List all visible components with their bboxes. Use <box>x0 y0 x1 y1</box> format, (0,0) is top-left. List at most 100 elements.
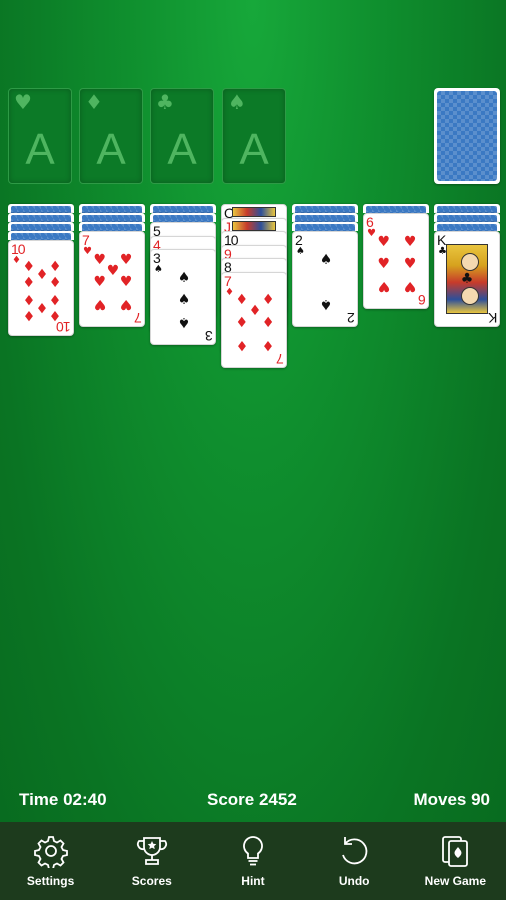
card-pip-icon: ♥ <box>403 278 417 295</box>
card-rank-bottom: K <box>488 310 497 326</box>
card-pip-icon: ♥ <box>106 262 120 279</box>
settings-button[interactable]: Settings <box>6 822 96 900</box>
playing-card[interactable]: 7 ♦ 7 ♦ ♦ ♦ ♦ ♦ ♦ ♦ <box>221 271 287 368</box>
facedown-card[interactable] <box>8 231 74 240</box>
card-rank-bottom: 3 <box>206 328 213 344</box>
card-pip-icon: ♠ <box>177 292 191 308</box>
card-pip-icon: ♠ <box>177 269 191 286</box>
time-display: Time 02:40 <box>19 790 107 809</box>
foundation-suit-icon: ♦ <box>85 90 103 114</box>
card-rank: K <box>437 232 446 248</box>
new-game-button[interactable]: New Game <box>410 822 500 900</box>
card-suit-icon: ♦ <box>225 286 234 298</box>
playing-card[interactable]: K ♣ K ♣ <box>434 231 500 327</box>
game-board: ♥A♦A♣A♠A 10♦10♦♦♦♦♦♦♦♦♦♦7♥7♥♥♥♥♥♥♥5♠4♦3♠… <box>0 0 506 822</box>
facedown-card[interactable] <box>79 213 145 222</box>
foundation-suit-icon: ♥ <box>14 90 32 114</box>
new-game-cards-icon <box>442 836 469 867</box>
facedown-card[interactable] <box>363 204 429 213</box>
card-pip-icon: ♠ <box>319 296 333 313</box>
card-rank-bottom: 6 <box>419 292 426 308</box>
foundation-rank: A <box>96 125 126 174</box>
card-pip-icon: ♥ <box>93 274 107 290</box>
card-rank: 10 <box>11 241 26 257</box>
card-suit-icon: ♠ <box>296 246 305 257</box>
undo-label: Undo <box>338 874 370 888</box>
facedown-card[interactable] <box>150 204 216 213</box>
card-pip-icon: ♥ <box>403 256 417 272</box>
playing-card[interactable]: 6 ♥ 6 ♥ ♥ ♥ ♥ ♥ ♥ <box>363 213 429 309</box>
facedown-card[interactable] <box>8 204 74 213</box>
facedown-card[interactable] <box>292 204 358 213</box>
card-pip-icon: ♦ <box>261 314 275 331</box>
playing-card[interactable]: 7 ♥ 7 ♥ ♥ ♥ ♥ ♥ ♥ ♥ <box>79 231 145 327</box>
trophy-icon <box>136 837 167 865</box>
card-rank-bottom: 2 <box>348 310 355 326</box>
scores-label: Scores <box>131 874 172 888</box>
foundation-pile[interactable]: ♣ A <box>150 88 214 184</box>
facedown-card[interactable] <box>434 222 500 231</box>
foundation-suit-icon: ♠ <box>228 90 246 114</box>
facedown-card[interactable] <box>8 213 74 222</box>
hint-label: Hint <box>241 874 265 888</box>
card-pip-icon: ♦ <box>22 275 36 291</box>
card-pip-icon: ♦ <box>48 259 62 275</box>
playing-card[interactable]: 3 ♠ 3 ♠ ♠ ♠ <box>150 249 216 345</box>
card-rank-bottom: 7 <box>135 310 142 326</box>
card-pip-icon: ♦ <box>235 314 249 331</box>
facedown-card[interactable] <box>8 222 74 231</box>
facedown-card[interactable] <box>292 222 358 231</box>
facedown-card[interactable] <box>434 213 500 222</box>
card-rank: 7 <box>224 272 232 289</box>
card-pip-icon: ♦ <box>22 307 36 323</box>
card-rank: 2 <box>295 232 303 248</box>
card-pip-icon: ♦ <box>22 259 36 275</box>
foundation-pile[interactable]: ♦ A <box>79 88 143 184</box>
face-card-artwork <box>232 220 276 231</box>
card-pip-icon: ♦ <box>48 291 62 307</box>
playing-card[interactable]: 2 ♠ 2 ♠ ♠ <box>292 231 358 327</box>
card-center-suit-icon: ♣ <box>460 271 474 287</box>
scores-button[interactable]: Scores <box>107 822 197 900</box>
facedown-card[interactable] <box>292 213 358 222</box>
card-pip-icon: ♦ <box>35 267 49 283</box>
card-suit-icon: ♥ <box>367 228 376 239</box>
card-pip-icon: ♥ <box>93 251 107 268</box>
card-pip-icon: ♥ <box>403 233 417 250</box>
card-suit-icon: ♥ <box>83 246 92 257</box>
status-bar: Time 02:40 Score 2452 Moves 90 <box>0 786 506 816</box>
card-pip-icon: ♦ <box>261 292 275 309</box>
facedown-card[interactable] <box>79 222 145 231</box>
facedown-card[interactable] <box>79 204 145 213</box>
playing-card[interactable]: 10 ♦ 10 ♦ ♦ ♦ ♦ ♦ ♦ ♦ ♦ ♦ ♦ <box>8 240 74 336</box>
card-pip-icon: ♦ <box>235 336 249 353</box>
foundation-rank: A <box>239 125 269 174</box>
card-pip-icon: ♥ <box>377 256 391 272</box>
card-pip-icon: ♥ <box>119 274 133 290</box>
foundation-suit-icon: ♣ <box>156 90 174 114</box>
new-game-label: New Game <box>424 874 487 888</box>
card-pip-icon: ♥ <box>93 296 107 313</box>
facedown-card[interactable] <box>434 204 500 213</box>
moves-display: Moves 90 <box>413 790 490 809</box>
settings-label: Settings <box>26 874 75 888</box>
card-rank: 6 <box>366 214 374 230</box>
card-suit-icon: ♠ <box>154 264 163 275</box>
foundation-pile[interactable]: ♥ A <box>8 88 72 184</box>
card-pip-icon: ♦ <box>22 291 36 307</box>
stock-pile[interactable] <box>434 88 500 184</box>
undo-button[interactable]: Undo <box>309 822 399 900</box>
card-back-pattern <box>437 91 497 181</box>
card-pip-icon: ♦ <box>48 275 62 291</box>
score-display: Score 2452 <box>207 790 297 809</box>
hint-button[interactable]: Hint <box>208 822 298 900</box>
foundation-rank: A <box>167 125 197 174</box>
gear-icon <box>33 836 68 868</box>
card-pip-icon: ♥ <box>119 296 133 313</box>
card-pip-icon: ♥ <box>119 251 133 268</box>
facedown-card[interactable] <box>150 213 216 222</box>
foundation-pile[interactable]: ♠ A <box>222 88 286 184</box>
undo-icon <box>342 837 368 865</box>
card-pip-icon: ♦ <box>248 303 262 320</box>
card-pip-icon: ♦ <box>235 292 249 309</box>
